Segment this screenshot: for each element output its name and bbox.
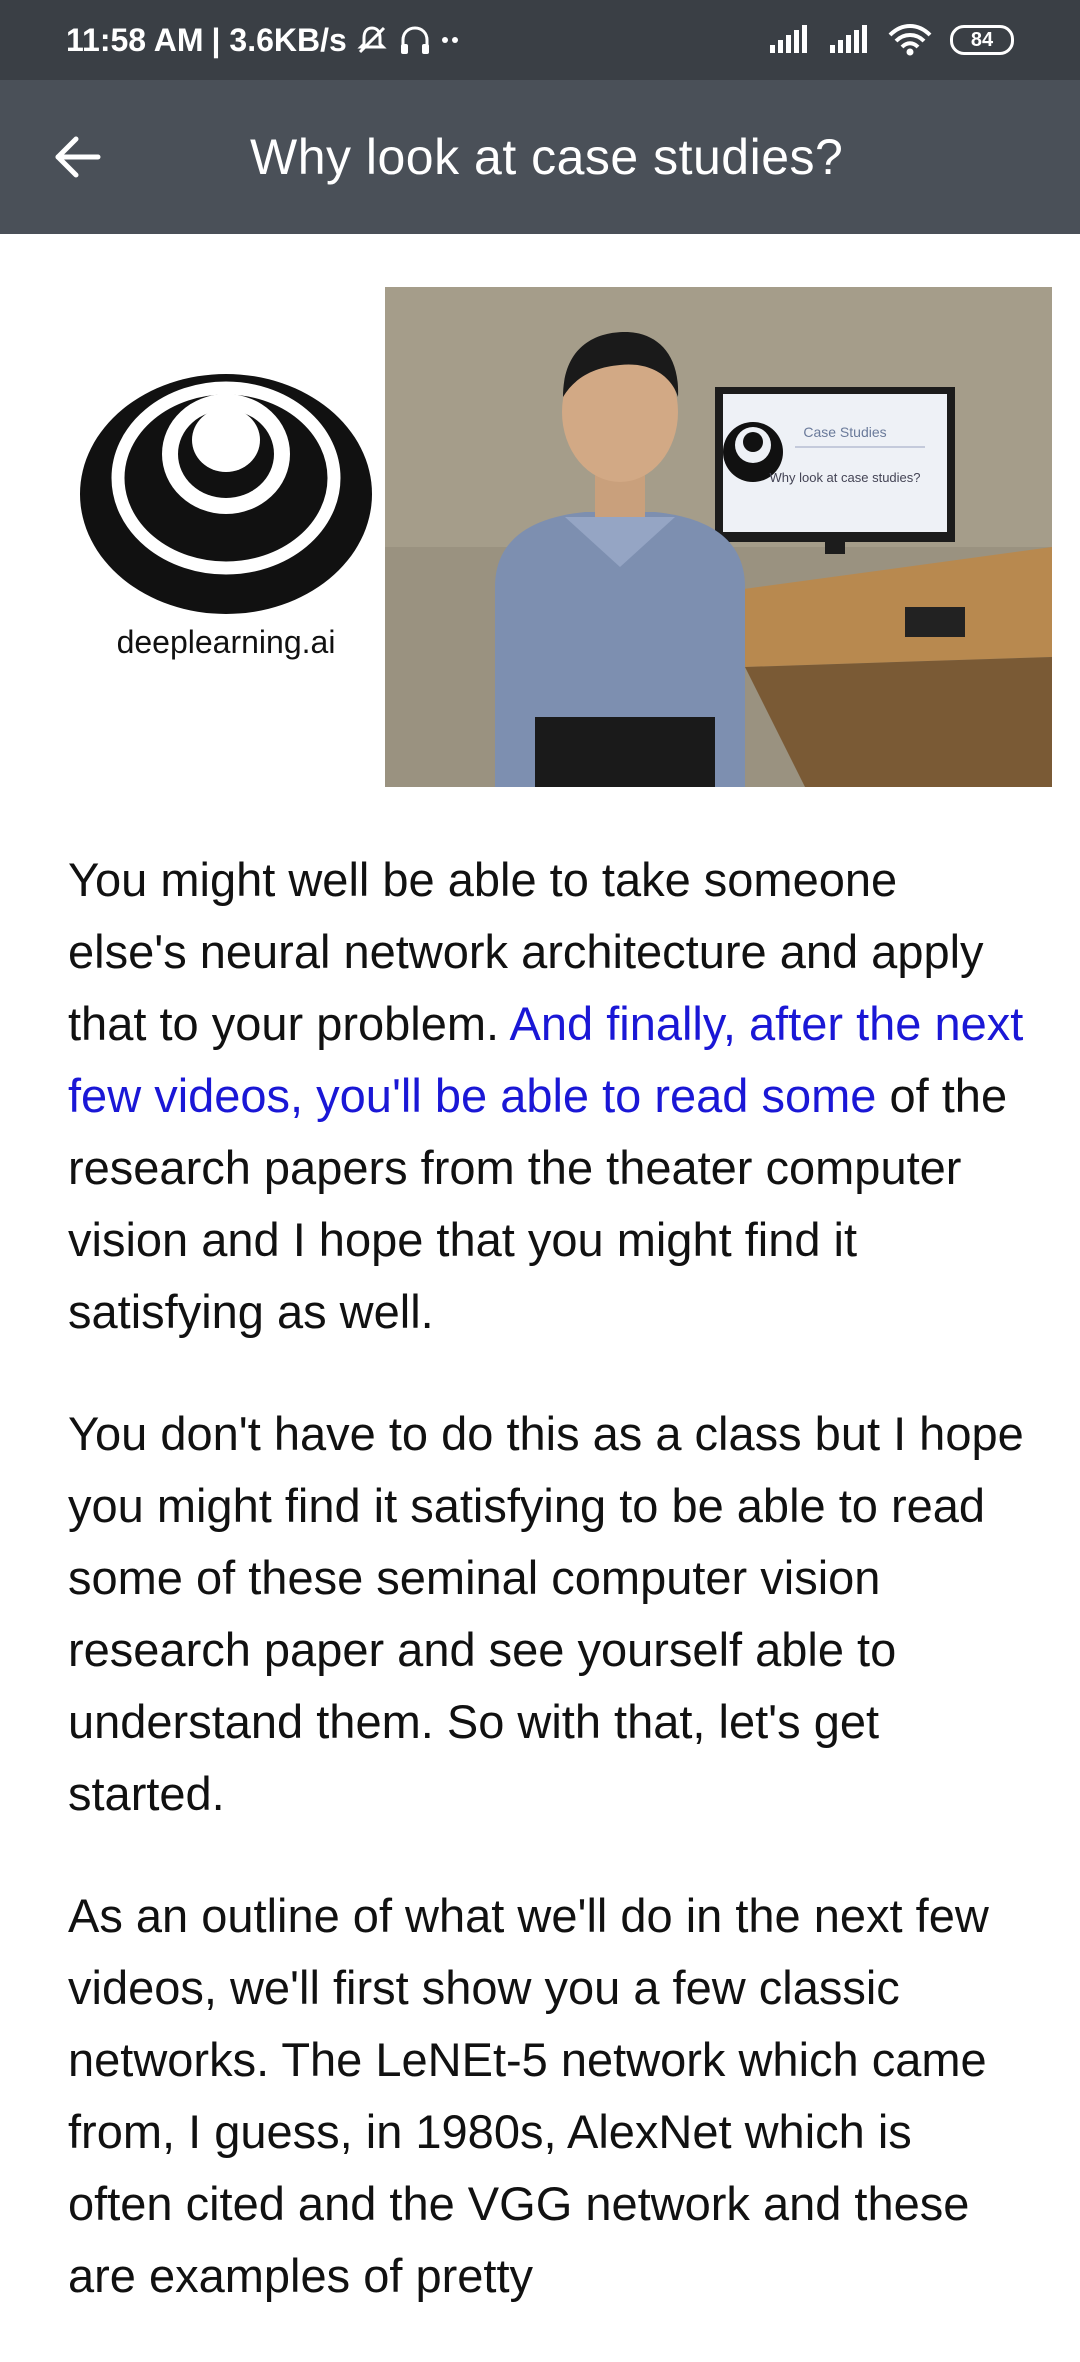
status-right: 84 [768, 23, 1014, 57]
status-bar: 11:58 AM | 3.6KB/s 84 [0, 0, 1080, 80]
deeplearning-logo: deeplearning.ai [80, 374, 372, 661]
video-thumbnail: Case Studies Why look at case studies? [385, 287, 1052, 787]
wifi-icon [888, 23, 932, 57]
transcript-paragraph-2: You don't have to do this as a class but… [68, 1407, 1024, 1820]
network-speed: | 3.6KB/s [211, 21, 347, 58]
main-content: deeplearning.ai Case Studies Why look at [0, 234, 1080, 2302]
screen-subtitle: Why look at case studies? [769, 470, 920, 485]
page-title: Why look at case studies? [250, 129, 844, 185]
headset-icon [397, 23, 433, 57]
arrow-left-icon [55, 136, 101, 178]
logo-caption: deeplearning.ai [116, 624, 336, 660]
mute-icon [355, 23, 389, 57]
signal-icon [768, 25, 810, 55]
signal-icon [828, 25, 870, 55]
video-player[interactable]: Case Studies Why look at case studies? [385, 287, 1052, 787]
status-time: 11:58 AM [66, 21, 204, 58]
back-button[interactable] [48, 127, 108, 187]
transcript-paragraph-3: As an outline of what we'll do in the ne… [68, 1889, 989, 2302]
battery-level: 84 [970, 28, 994, 51]
transcript: You might well be able to take someone e… [68, 844, 1028, 2362]
media-row: deeplearning.ai Case Studies Why look at [0, 234, 1080, 794]
more-dots-icon [441, 35, 461, 45]
screen-title: Case Studies [803, 424, 886, 440]
deeplearning-logo-icon [80, 374, 372, 614]
battery-icon: 84 [950, 25, 1014, 55]
status-left: 11:58 AM | 3.6KB/s [66, 22, 461, 59]
app-bar: Why look at case studies? [0, 80, 1080, 234]
transcript-paragraph-1: You might well be able to take someone e… [68, 844, 1028, 1348]
